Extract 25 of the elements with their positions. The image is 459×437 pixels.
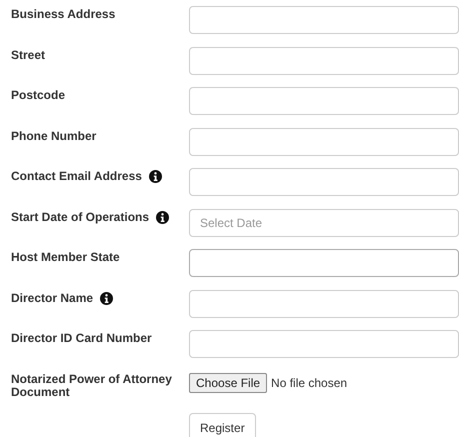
field-label: Postcode [11,88,66,102]
input-field[interactable] [189,330,459,358]
input-field[interactable] [189,168,459,196]
info-icon[interactable] [100,292,114,304]
select-field[interactable] [189,249,459,277]
input-field[interactable] [189,87,459,115]
field-label: Director Name [11,290,94,304]
field-label: Notarized Power of Attorney Document [11,372,173,398]
field-label: Start Date of Operations [11,210,150,224]
field-label: Host Member State [11,250,120,264]
field-label: Phone Number [11,128,96,142]
input-field[interactable]: Select Date [189,208,459,236]
input-field[interactable] [189,128,459,156]
choose-file-button[interactable]: Choose File [189,372,268,392]
field-label: Business Address [11,7,116,21]
input-field[interactable] [189,46,459,74]
file-status: No file chosen [271,376,348,390]
register-button[interactable]: Register [189,413,256,437]
info-icon[interactable] [148,170,162,183]
info-icon[interactable] [156,210,170,224]
input-field[interactable] [189,290,459,318]
field-label: Contact Email Address [11,169,142,183]
field-label: Director ID Card Number [11,331,152,345]
field-label: Street [11,48,46,62]
input-field[interactable] [189,6,459,34]
